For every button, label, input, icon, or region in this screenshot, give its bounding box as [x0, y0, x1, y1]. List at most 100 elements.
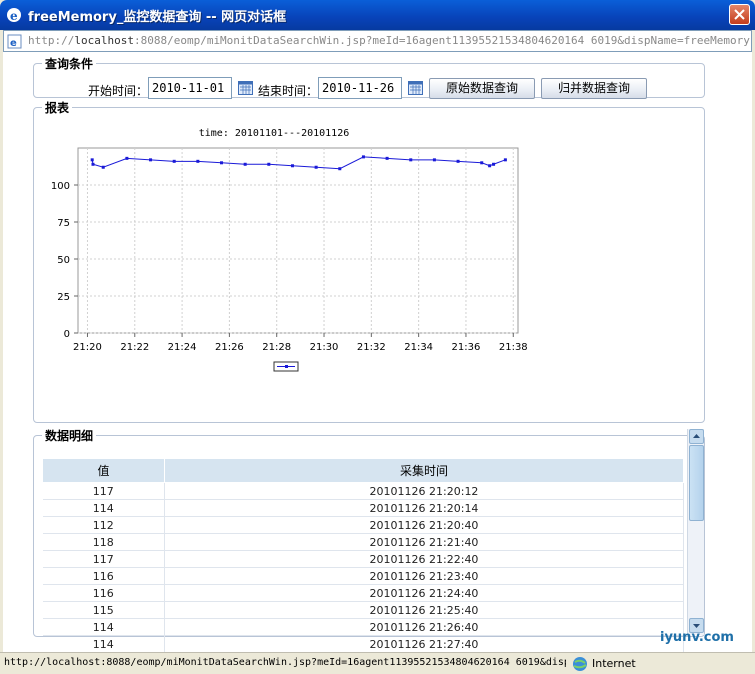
x-tick-label: 21:20 — [73, 342, 102, 353]
start-time-label: 开始时间： — [88, 84, 149, 98]
data-point — [243, 162, 247, 166]
table-row[interactable]: 114 20101126 21:26:40 — [42, 618, 684, 636]
x-tick-label: 21:30 — [310, 342, 339, 353]
x-tick-label: 21:22 — [120, 342, 149, 353]
data-point — [91, 162, 95, 166]
cell-time: 20101126 21:27:40 — [164, 635, 684, 653]
table-row[interactable]: 118 20101126 21:21:40 — [42, 533, 684, 551]
cell-value: 118 — [42, 533, 165, 551]
table-row[interactable]: 116 20101126 21:23:40 — [42, 567, 684, 585]
cell-time: 20101126 21:20:14 — [164, 499, 684, 517]
start-date-input[interactable] — [148, 77, 232, 99]
cell-value: 117 — [42, 482, 165, 500]
data-point — [267, 162, 271, 166]
table-row[interactable]: 117 20101126 21:22:40 — [42, 550, 684, 568]
column-header-time[interactable]: 采集时间 — [164, 458, 684, 483]
query-legend: 查询条件 — [45, 57, 94, 71]
x-tick-label: 21:32 — [357, 342, 386, 353]
column-header-value[interactable]: 值 — [42, 458, 165, 483]
data-table: 值 采集时间 117 20101126 21:20:12 114 20101126 2… — [42, 458, 684, 653]
cell-value: 116 — [42, 584, 165, 602]
y-tick-label: 0 — [64, 329, 70, 340]
table-row[interactable]: 115 20101126 21:25:40 — [42, 601, 684, 619]
data-point — [409, 158, 413, 162]
data-point — [149, 158, 153, 162]
cell-time: 20101126 21:21:40 — [164, 533, 684, 551]
table-row[interactable]: 114 20101126 21:27:40 — [42, 635, 684, 653]
address-bar[interactable]: e http://localhost:8088/eomp/miMonitData… — [3, 30, 752, 52]
ie-icon: e — [7, 8, 21, 23]
data-point — [125, 156, 129, 160]
cell-value: 114 — [42, 499, 165, 517]
data-point — [314, 165, 318, 169]
end-date-input[interactable] — [318, 77, 402, 99]
x-tick-label: 21:28 — [262, 342, 291, 353]
x-tick-label: 21:26 — [215, 342, 244, 353]
line-chart: time: 20101101---20101126 0 25 50 75 100 21:20… — [51, 128, 528, 372]
report-legend: 报表 — [45, 101, 70, 115]
cell-time: 20101126 21:25:40 — [164, 601, 684, 619]
table-row[interactable]: 112 20101126 21:20:40 — [42, 516, 684, 534]
query-panel: 查询条件 开始时间： 结束时间： 原始数据查询 归并数据查询 — [33, 55, 705, 99]
scroll-up-button[interactable] — [689, 429, 704, 444]
svg-text:e: e — [10, 9, 18, 23]
x-tick-label: 21:34 — [404, 342, 433, 353]
globe-icon — [573, 657, 587, 671]
cell-time: 20101126 21:20:12 — [164, 482, 684, 500]
data-point — [101, 165, 105, 169]
data-point — [172, 159, 176, 163]
calendar-icon[interactable] — [238, 81, 253, 95]
cell-value: 117 — [42, 550, 165, 568]
scroll-thumb[interactable] — [689, 445, 704, 521]
data-point — [220, 161, 224, 165]
cell-time: 20101126 21:24:40 — [164, 584, 684, 602]
detail-panel: 数据明细 值 采集时间 117 20101126 21:20:12 114 20101… — [33, 427, 705, 653]
window-title: freeMemory_监控数据查询 -- 网页对话框 — [28, 10, 287, 25]
y-tick-label: 50 — [57, 255, 70, 266]
security-zone: Internet — [592, 657, 636, 670]
data-point — [90, 158, 94, 162]
table-row[interactable]: 116 20101126 21:24:40 — [42, 584, 684, 602]
cell-time: 20101126 21:20:40 — [164, 516, 684, 534]
raw-data-query-button[interactable]: 原始数据查询 — [429, 78, 535, 99]
data-point — [432, 158, 436, 162]
report-panel: 报表 time: 20101101---20101126 0 25 50 75 100 21… — [33, 99, 705, 423]
cell-time: 20101126 21:23:40 — [164, 567, 684, 585]
close-button[interactable] — [729, 4, 750, 25]
table-row[interactable]: 114 20101126 21:20:14 — [42, 499, 684, 517]
chart-title: time: 20101101---20101126 — [199, 128, 350, 139]
cell-time: 20101126 21:22:40 — [164, 550, 684, 568]
x-tick-label: 21:24 — [168, 342, 197, 353]
calendar-icon[interactable] — [408, 81, 423, 95]
cell-value: 115 — [42, 601, 165, 619]
data-point — [290, 164, 294, 168]
data-point — [488, 164, 492, 168]
data-point — [503, 158, 507, 162]
data-point — [196, 159, 200, 163]
data-point — [338, 167, 342, 171]
cell-value: 112 — [42, 516, 165, 534]
data-point — [492, 162, 496, 166]
y-tick-label: 75 — [57, 218, 70, 229]
data-point — [480, 161, 484, 165]
cell-value: 114 — [42, 618, 165, 636]
table-row[interactable]: 117 20101126 21:20:12 — [42, 482, 684, 500]
vertical-scrollbar[interactable] — [687, 429, 704, 635]
arrow-up-icon — [693, 434, 700, 438]
cell-value: 114 — [42, 635, 165, 653]
detail-legend: 数据明细 — [45, 429, 94, 443]
svg-text:e: e — [10, 38, 17, 49]
cell-value: 116 — [42, 567, 165, 585]
legend-marker — [285, 365, 288, 368]
x-tick-label: 21:36 — [452, 342, 481, 353]
cell-time: 20101126 21:26:40 — [164, 618, 684, 636]
page-icon: e — [7, 34, 22, 49]
close-icon — [734, 9, 745, 20]
end-time-label: 结束时间： — [258, 84, 319, 98]
data-point — [361, 155, 365, 159]
plot-area — [77, 147, 519, 334]
data-point — [456, 159, 460, 163]
merge-data-query-button[interactable]: 归并数据查询 — [541, 78, 647, 99]
dialog-content: 查询条件 开始时间： 结束时间： 原始数据查询 归并数据查询 报表 time: … — [3, 52, 752, 653]
table-header-row: 值 采集时间 — [42, 458, 684, 483]
